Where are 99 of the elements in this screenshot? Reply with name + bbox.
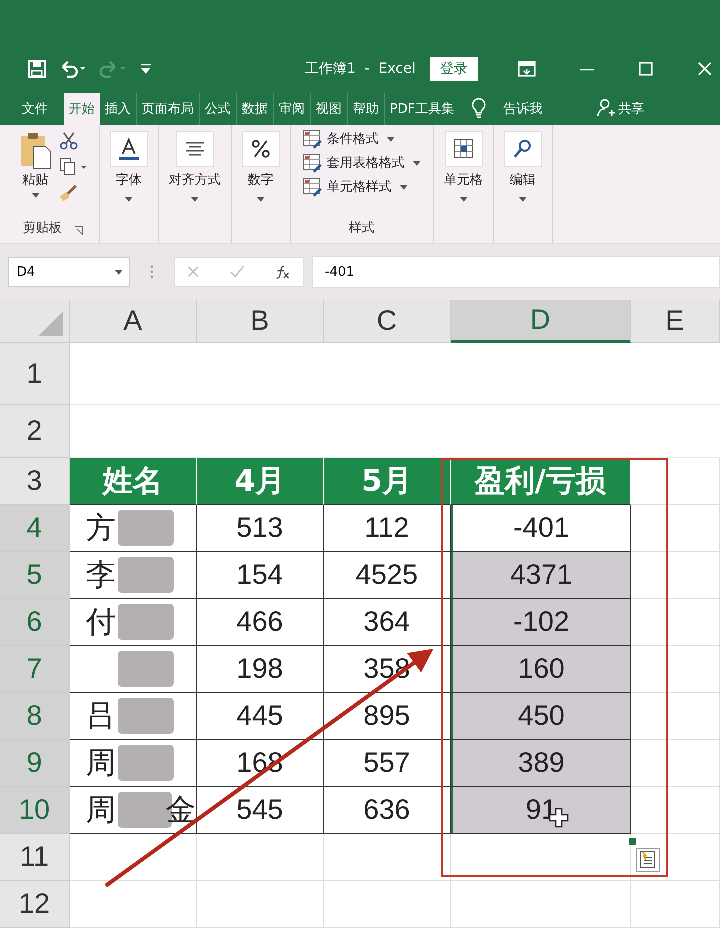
row-header[interactable]: 11 — [0, 834, 70, 881]
column-header[interactable]: C — [324, 300, 451, 343]
enter-check-icon[interactable] — [230, 265, 244, 279]
table-cell: 450 — [451, 693, 631, 740]
undo-icon[interactable] — [59, 59, 87, 79]
row-header[interactable]: 1 — [0, 343, 70, 405]
table-header-cell: 姓名 — [70, 458, 197, 505]
column-header[interactable]: D — [451, 300, 631, 343]
row-header[interactable]: 3 — [0, 458, 70, 505]
move-cursor-icon — [549, 808, 569, 828]
table-cell: 513 — [197, 505, 324, 552]
fill-handle[interactable] — [628, 837, 637, 846]
row-header[interactable]: 2 — [0, 405, 70, 458]
more-dots-icon — [150, 265, 154, 279]
lightbulb-icon — [471, 97, 488, 119]
name-box[interactable]: D4 — [8, 257, 130, 287]
table-header-cell: 盈利/亏损 — [451, 458, 631, 505]
name-text: 方 — [86, 510, 116, 548]
column-header[interactable]: B — [197, 300, 324, 343]
caret-icon — [387, 136, 395, 142]
ribbon-tab[interactable]: 开始 — [64, 93, 100, 125]
row-header[interactable]: 12 — [0, 881, 70, 928]
row-header[interactable]: 9 — [0, 740, 70, 787]
table-cell: 445 — [197, 693, 324, 740]
table-cell: 160 — [451, 646, 631, 693]
table-header-cell: 4月 — [197, 458, 324, 505]
table-cell: -401 — [451, 505, 631, 552]
blurred-name — [118, 745, 174, 781]
name-text: 周 — [86, 744, 116, 782]
row-header[interactable]: 7 — [0, 646, 70, 693]
row-header[interactable]: 8 — [0, 693, 70, 740]
column-header[interactable]: E — [631, 300, 720, 343]
row-header[interactable]: 6 — [0, 599, 70, 646]
styles-menu-button[interactable]: 套用表格格式 — [303, 153, 421, 173]
ribbon-tab[interactable]: 插入 — [100, 93, 136, 125]
table-cell: 4371 — [451, 552, 631, 599]
window-title: 工作簿1 - Excel — [305, 60, 416, 78]
table-style-icon — [303, 153, 323, 173]
save-icon[interactable] — [27, 59, 47, 79]
caret-icon — [115, 270, 123, 274]
caret-icon — [257, 197, 265, 202]
person-add-icon — [596, 98, 616, 118]
customize-caret-icon[interactable] — [139, 62, 153, 76]
table-style-icon — [303, 177, 323, 197]
ribbon-button[interactable]: 单元格 — [444, 131, 483, 206]
caret-icon — [460, 197, 468, 202]
column-header[interactable]: A — [70, 300, 197, 343]
blurred-name — [118, 557, 174, 593]
ribbon-tab[interactable]: 文件 — [14, 93, 64, 125]
login-button[interactable]: 登录 — [430, 57, 478, 81]
table-cell: 198 — [197, 646, 324, 693]
name-text: 周 — [86, 792, 116, 830]
blurred-name — [118, 510, 174, 546]
caret-icon — [125, 197, 133, 202]
dialog-launcher-icon[interactable] — [74, 226, 84, 236]
caret-icon — [191, 197, 199, 202]
close-icon[interactable] — [696, 61, 713, 77]
ribbon-button[interactable]: 对齐方式 — [169, 131, 221, 206]
table-cell: 389 — [451, 740, 631, 787]
caret-icon — [519, 197, 527, 202]
table-cell: -102 — [451, 599, 631, 646]
styles-menu-button[interactable]: 条件格式 — [303, 129, 421, 149]
table-cell: 154 — [197, 552, 324, 599]
group-label: 剪贴板 — [23, 220, 62, 237]
format-brush-icon[interactable] — [58, 183, 78, 203]
table-style-icon — [303, 129, 323, 149]
caret-icon — [32, 193, 40, 198]
tell-me-button[interactable]: 告诉我 — [497, 93, 548, 125]
name-text: 李 — [86, 556, 116, 594]
row-header[interactable]: 10 — [0, 787, 70, 834]
caret-icon — [400, 184, 408, 190]
row-header[interactable]: 5 — [0, 552, 70, 599]
styles-menu-button[interactable]: 单元格样式 — [303, 177, 421, 197]
table-cell: 466 — [197, 599, 324, 646]
blurred-name — [118, 651, 174, 687]
copy-icon[interactable] — [58, 157, 88, 177]
scissors-icon[interactable] — [58, 131, 78, 151]
row-header[interactable]: 4 — [0, 505, 70, 552]
blurred-name — [118, 604, 174, 640]
clipboard-icon — [18, 131, 52, 171]
blurred-name — [118, 698, 174, 734]
redo-icon — [99, 59, 127, 79]
ribbon-button[interactable]: 数字 — [242, 131, 280, 206]
quick-analysis-icon[interactable] — [636, 848, 660, 872]
caret-icon — [413, 160, 421, 166]
name-text: 付 — [86, 604, 116, 642]
name-text: 吕 — [86, 698, 116, 736]
formula-field[interactable]: -401 — [312, 256, 720, 288]
table-header-cell: 5月 — [324, 458, 451, 505]
ribbon-display-icon[interactable] — [518, 61, 536, 77]
maximize-icon[interactable] — [638, 61, 654, 77]
insert-function-icon[interactable] — [274, 264, 291, 280]
ribbon-button[interactable]: 编辑 — [504, 131, 542, 206]
paste-button[interactable]: 粘贴 — [18, 131, 52, 203]
ribbon-button[interactable]: 字体 — [110, 131, 148, 206]
name-text: 金 — [166, 792, 196, 830]
share-button[interactable]: 共享 — [618, 93, 644, 125]
table-cell: 545 — [197, 787, 324, 834]
group-label: 样式 — [349, 220, 375, 237]
